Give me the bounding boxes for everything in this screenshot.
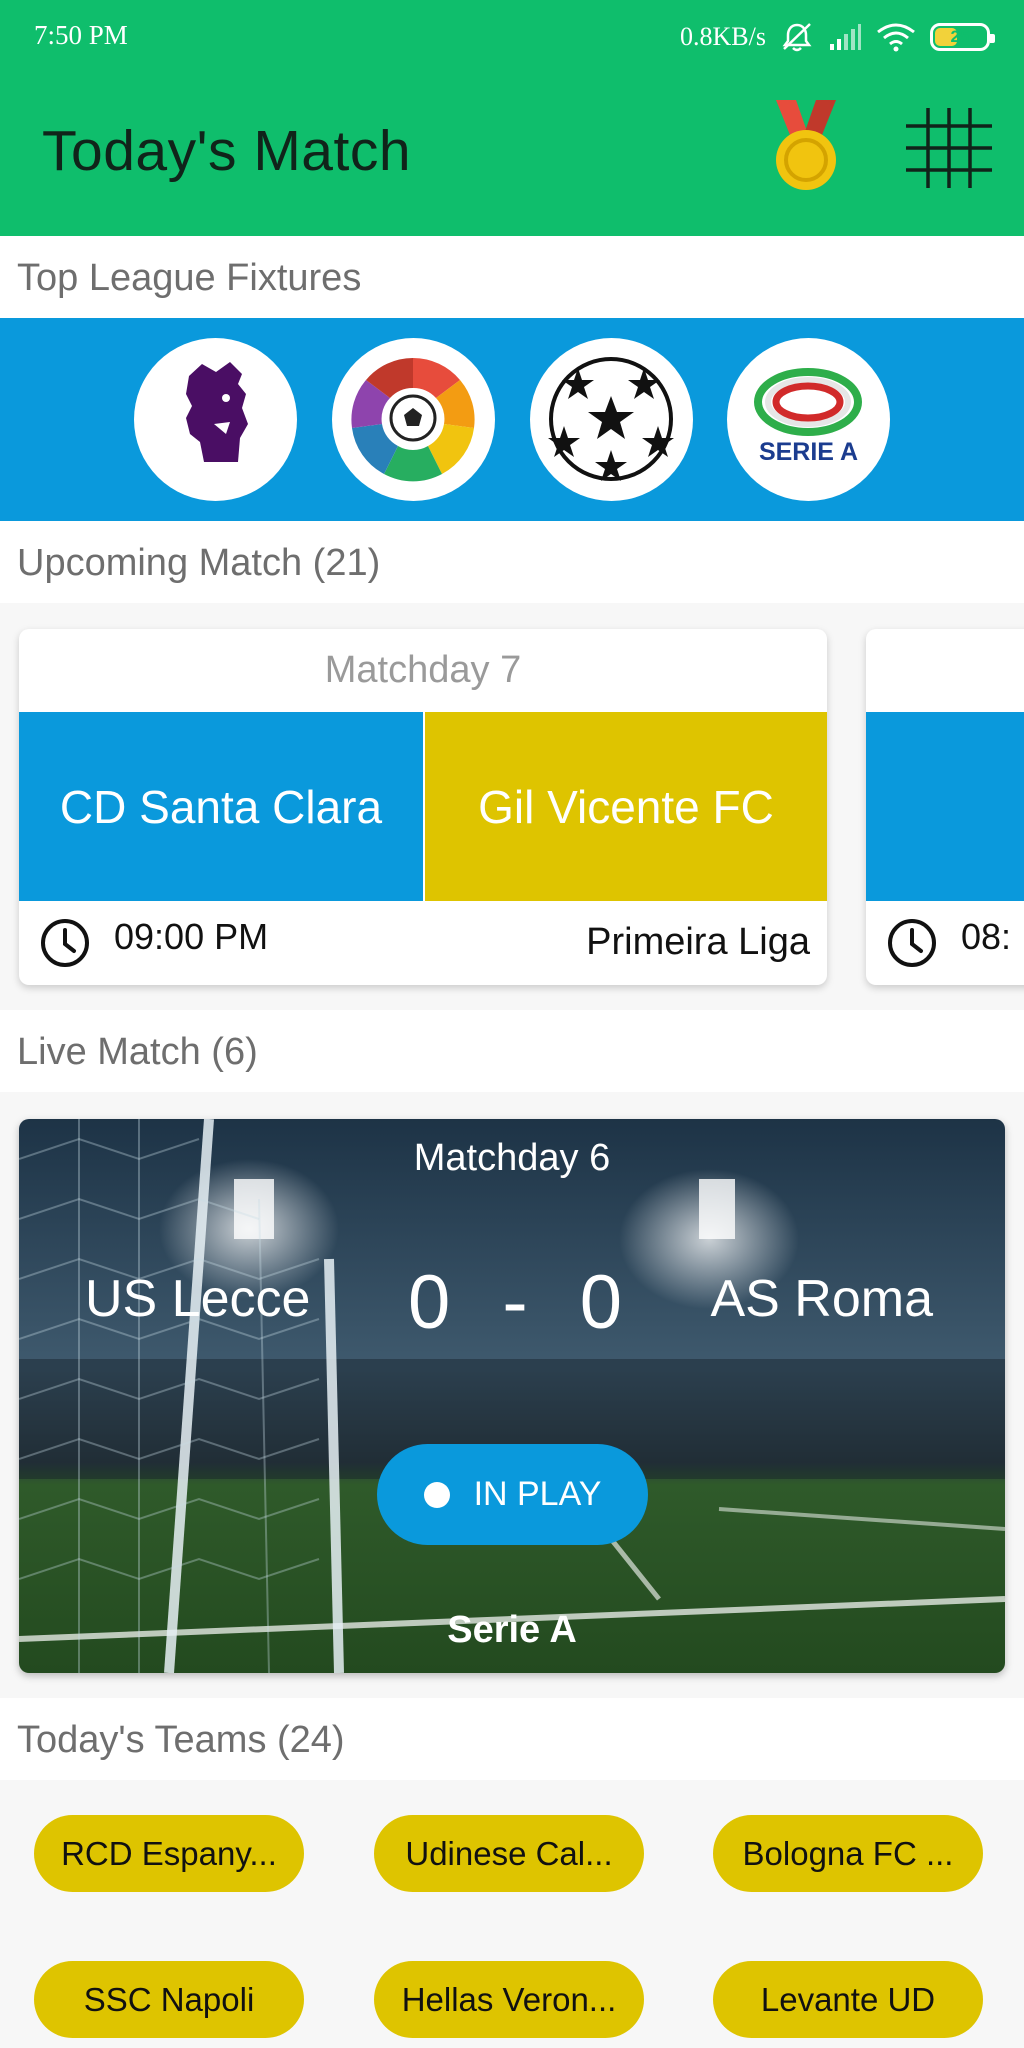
match-time: 09:00 PM — [114, 916, 269, 957]
away-team: Gil Vicente FC — [425, 712, 827, 901]
battery-icon: 25 — [930, 23, 995, 51]
stadium-background — [19, 1119, 1005, 1673]
app-screen: 7:50 PM 0.8KB/s 25 Today's Match Top Lea… — [0, 0, 1024, 2048]
starball-icon — [548, 357, 674, 481]
clock-icon — [888, 919, 936, 967]
score-separator: - — [502, 1260, 528, 1345]
top-leagues-header: Top League Fixtures — [17, 257, 362, 299]
away-score: 0 — [579, 1260, 622, 1345]
team-chip[interactable]: Udinese Cal... — [374, 1815, 644, 1892]
in-play-label: IN PLAY — [473, 1475, 602, 1513]
live-home-team: US Lecce — [85, 1270, 311, 1328]
battery-level: 25 — [950, 27, 970, 46]
laliga-logo[interactable] — [332, 338, 495, 501]
match-league: Primeira Liga — [586, 921, 810, 963]
live-matchday: Matchday 6 — [413, 1137, 611, 1179]
team-chip[interactable]: Hellas Veron... — [374, 1961, 644, 2038]
live-league: Serie A — [447, 1609, 577, 1651]
serie-a-shield-icon — [754, 368, 862, 436]
in-play-badge[interactable]: IN PLAY — [377, 1444, 648, 1545]
lion-icon — [186, 362, 248, 462]
serie-a-label: SERIE A — [758, 438, 859, 466]
live-dot-icon — [423, 1481, 450, 1508]
match-time: 08: — [961, 916, 1012, 957]
team-chip[interactable]: SSC Napoli — [34, 1961, 304, 2038]
team-chip[interactable]: Bologna FC ... — [713, 1815, 983, 1892]
champions-league-logo[interactable] — [530, 338, 693, 501]
signal-icon — [830, 24, 861, 50]
app-title: Today's Match — [42, 119, 412, 183]
team-chip[interactable]: RCD Espany... — [34, 1815, 304, 1892]
premier-league-logo[interactable] — [134, 338, 297, 501]
laliga-icon — [351, 357, 475, 482]
app-bar: 7:50 PM 0.8KB/s 25 Today's Match — [0, 0, 1024, 236]
team-chip[interactable]: Levante UD — [713, 1961, 983, 2038]
live-away-team: AS Roma — [710, 1270, 933, 1328]
upcoming-match-card[interactable]: Matchday 7 CD Santa Clara Gil Vicente FC… — [19, 629, 827, 985]
card-matchday: Matchday 7 — [324, 649, 522, 691]
network-speed: 0.8KB/s — [680, 22, 766, 51]
home-team — [866, 712, 1024, 901]
teams-header: Today's Teams (24) — [17, 1719, 345, 1761]
serie-a-logo[interactable]: SERIE A — [727, 338, 890, 501]
status-time: 7:50 PM — [34, 20, 128, 50]
league-selector: SERIE A — [0, 318, 1024, 521]
medal-icon[interactable] — [764, 100, 848, 192]
home-team: CD Santa Clara — [19, 712, 423, 901]
status-indicators: 0.8KB/s 25 — [680, 18, 995, 56]
upcoming-match-card[interactable]: 08: — [866, 629, 1024, 985]
home-score: 0 — [408, 1260, 451, 1345]
wifi-icon — [877, 23, 915, 52]
live-header: Live Match (6) — [17, 1031, 258, 1073]
grid-icon[interactable] — [904, 106, 994, 190]
live-score: 0 - 0 — [408, 1259, 622, 1346]
live-match-card[interactable]: Matchday 6 US Lecce 0 - 0 AS Roma IN PLA… — [19, 1119, 1005, 1673]
clock-icon — [41, 919, 89, 967]
upcoming-header: Upcoming Match (21) — [17, 542, 381, 584]
mute-icon — [782, 23, 812, 52]
